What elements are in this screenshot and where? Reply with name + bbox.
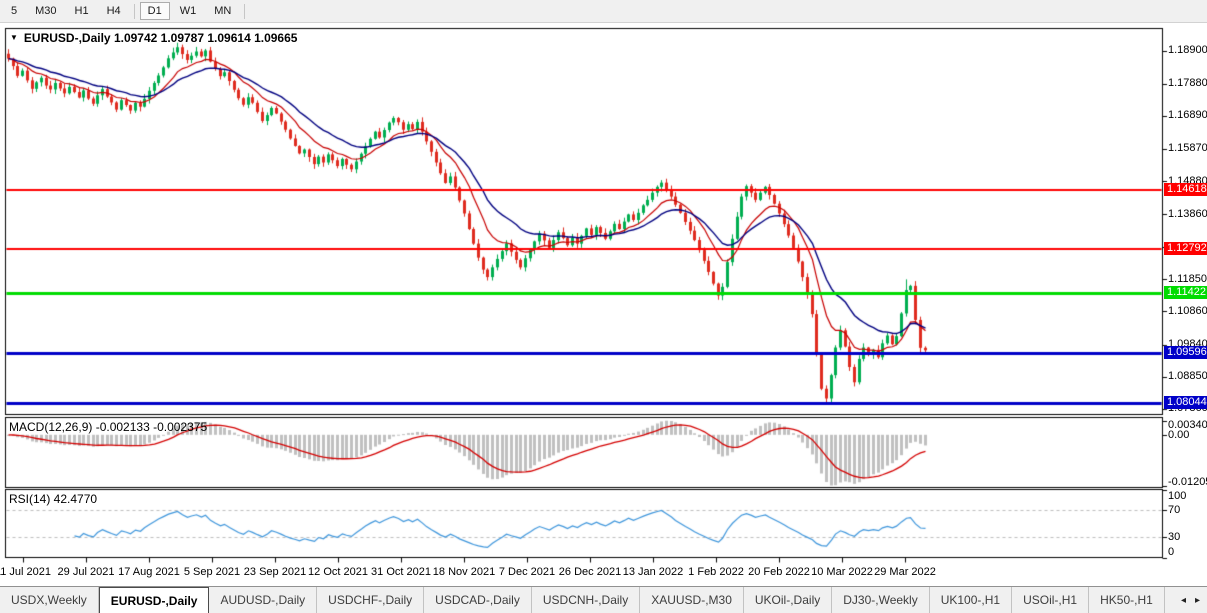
indicator-tick-label: 0.00: [1168, 429, 1189, 441]
price-line-badge: 1.11422: [1164, 286, 1207, 299]
price-line-badge: 1.14618: [1164, 183, 1207, 196]
indicator-tick-label: 100: [1168, 490, 1186, 502]
chart-tab-xauusd-m30[interactable]: XAUUSD-,M30: [640, 587, 744, 613]
price-tick-label: 1.15870: [1168, 142, 1207, 154]
macd-indicator-label: MACD(12,26,9) -0.002133 -0.002375: [9, 420, 207, 434]
date-tick-label: 12 Oct 2021: [308, 566, 368, 578]
date-tick-label: 10 Mar 2022: [811, 566, 873, 578]
price-line-badge: 1.08044: [1164, 396, 1207, 409]
tab-scroll-right-icon[interactable]: ▸: [1195, 595, 1200, 606]
timeframe-button-H4[interactable]: H4: [99, 2, 129, 20]
symbol-dropdown-icon[interactable]: ▼: [10, 34, 18, 42]
timeframe-toolbar: 5M30H1H4 D1W1MN: [0, 0, 1207, 23]
chart-canvas[interactable]: [0, 0, 1207, 613]
price-tick-label: 1.16890: [1168, 109, 1207, 121]
chart-tab-bar: USDX,WeeklyEURUSD-,DailyAUDUSD-,DailyUSD…: [0, 586, 1207, 613]
timeframe-button-M30[interactable]: M30: [27, 2, 64, 20]
date-tick-label: 23 Sep 2021: [244, 566, 306, 578]
chart-tab-audusd-daily[interactable]: AUDUSD-,Daily: [209, 587, 317, 613]
timeframe-button-D1[interactable]: D1: [140, 2, 170, 20]
date-tick-label: 31 Oct 2021: [371, 566, 431, 578]
price-tick-label: 1.11850: [1168, 273, 1207, 285]
chart-title: ▼ EURUSD-,Daily 1.09742 1.09787 1.09614 …: [10, 31, 297, 45]
date-tick-label: 11 Jul 2021: [0, 566, 51, 578]
indicator-tick-label: 70: [1168, 504, 1180, 516]
date-tick-label: 29 Jul 2021: [58, 566, 115, 578]
toolbar-separator: [244, 4, 245, 19]
chart-tab-ukoil-daily[interactable]: UKOil-,Daily: [744, 587, 832, 613]
timeframe-button-H1[interactable]: H1: [67, 2, 97, 20]
rsi-indicator-label: RSI(14) 42.4770: [9, 492, 97, 506]
indicator-tick-label: 30: [1168, 531, 1180, 543]
price-tick-label: 1.18900: [1168, 44, 1207, 56]
price-tick-label: 1.10860: [1168, 305, 1207, 317]
price-tick-label: 1.08850: [1168, 370, 1207, 382]
chart-tab-usdx-weekly[interactable]: USDX,Weekly: [0, 587, 99, 613]
chart-tab-usdchf-daily[interactable]: USDCHF-,Daily: [317, 587, 424, 613]
timeframe-button-MN[interactable]: MN: [206, 2, 239, 20]
toolbar-separator: [134, 4, 135, 19]
date-tick-label: 20 Feb 2022: [748, 566, 810, 578]
date-tick-label: 13 Jan 2022: [623, 566, 684, 578]
chart-tab-hk50-h1[interactable]: HK50-,H1: [1089, 587, 1165, 613]
chart-tab-dj30-weekly[interactable]: DJ30-,Weekly: [832, 587, 929, 613]
chart-title-text: EURUSD-,Daily 1.09742 1.09787 1.09614 1.…: [24, 31, 298, 45]
date-tick-label: 26 Dec 2021: [559, 566, 621, 578]
price-line-badge: 1.09596: [1164, 346, 1207, 359]
trading-terminal-window: 5M30H1H4 D1W1MN ▼ EURUSD-,Daily 1.09742 1…: [0, 0, 1207, 613]
chart-tab-usdcnh-daily[interactable]: USDCNH-,Daily: [532, 587, 640, 613]
tab-scroll-left-icon[interactable]: ◂: [1181, 595, 1186, 606]
date-tick-label: 5 Sep 2021: [184, 566, 240, 578]
price-tick-label: 1.17880: [1168, 77, 1207, 89]
chart-tab-usdcad-daily[interactable]: USDCAD-,Daily: [424, 587, 532, 613]
indicator-tick-label: 0: [1168, 546, 1174, 558]
date-tick-label: 1 Feb 2022: [688, 566, 744, 578]
chart-tab-uk100-h1[interactable]: UK100-,H1: [930, 587, 1012, 613]
date-tick-label: 29 Mar 2022: [874, 566, 936, 578]
chart-tab-eurusd-daily[interactable]: EURUSD-,Daily: [99, 587, 210, 613]
indicator-tick-label: -0.01205: [1168, 476, 1207, 488]
date-tick-label: 17 Aug 2021: [118, 566, 180, 578]
date-tick-label: 18 Nov 2021: [433, 566, 495, 578]
tab-scroll-arrows: ◂▸: [1174, 587, 1207, 613]
date-tick-label: 7 Dec 2021: [499, 566, 555, 578]
chart-tab-usoil-h1[interactable]: USOil-,H1: [1012, 587, 1089, 613]
price-tick-label: 1.13860: [1168, 208, 1207, 220]
timeframe-button-W1[interactable]: W1: [172, 2, 205, 20]
timeframe-button-5[interactable]: 5: [3, 2, 25, 20]
price-line-badge: 1.12792: [1164, 242, 1207, 255]
